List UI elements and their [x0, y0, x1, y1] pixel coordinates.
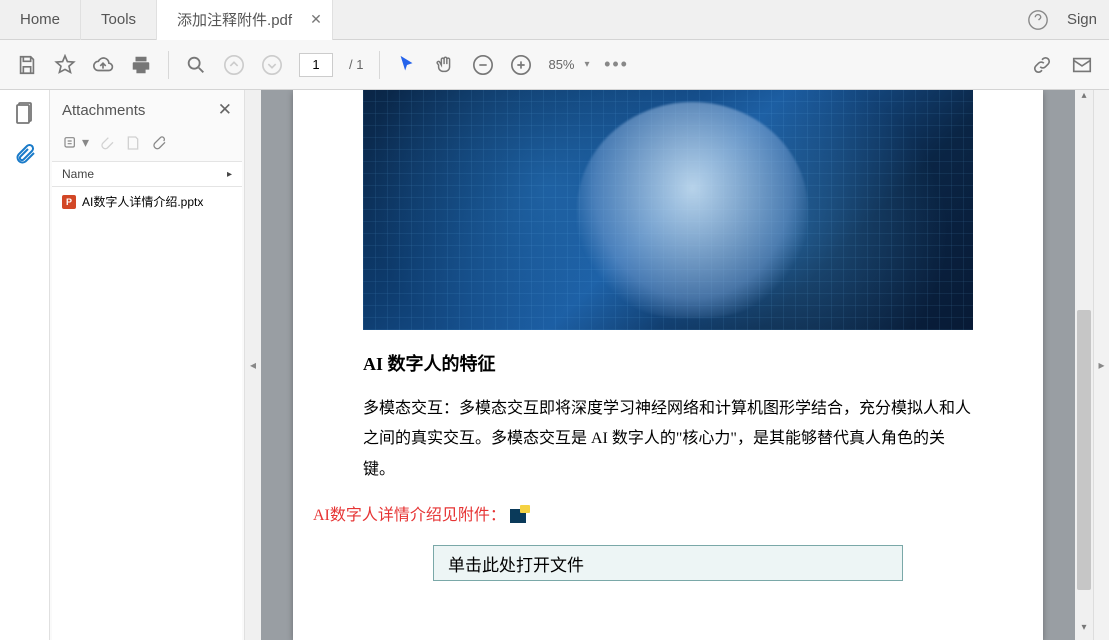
page-number-input[interactable] — [299, 53, 333, 77]
save-icon[interactable] — [16, 54, 38, 76]
vertical-scrollbar[interactable]: ▴ ▾ — [1075, 90, 1093, 640]
star-icon[interactable] — [54, 54, 76, 76]
zoom-dropdown-icon[interactable]: ▾ — [585, 59, 590, 70]
zoom-out-icon[interactable] — [472, 54, 494, 76]
column-header-name[interactable]: Name ▸ — [52, 162, 242, 187]
document-viewport[interactable]: AI 数字人的特征 多模态交互：多模态交互即将深度学习神经网络和计算机图形学结合… — [261, 90, 1075, 640]
pointer-icon[interactable] — [396, 54, 418, 76]
scroll-up-icon[interactable]: ▴ — [1075, 90, 1093, 108]
tab-document[interactable]: 添加注释附件.pdf ✕ — [157, 0, 333, 40]
more-icon[interactable]: ••• — [606, 54, 628, 76]
view-options-icon[interactable]: ▾ — [62, 134, 89, 151]
separator — [379, 51, 380, 79]
powerpoint-file-icon: P — [62, 195, 76, 209]
page-up-icon[interactable] — [223, 54, 245, 76]
add-attachment-icon[interactable] — [151, 135, 167, 151]
collapse-right-icon[interactable]: ▸ — [1093, 90, 1109, 640]
tab-tools[interactable]: Tools — [81, 0, 157, 40]
collapse-left-icon[interactable]: ◂ — [245, 90, 261, 640]
pdf-page: AI 数字人的特征 多模态交互：多模态交互即将深度学习神经网络和计算机图形学结合… — [293, 90, 1043, 640]
close-icon[interactable]: ✕ — [218, 100, 232, 120]
scrollbar-thumb[interactable] — [1077, 310, 1091, 590]
page-total: / 1 — [349, 57, 363, 72]
doc-paragraph: 多模态交互：多模态交互即将深度学习神经网络和计算机图形学结合，充分模拟人和人之间… — [363, 394, 973, 485]
save-attachment-icon[interactable] — [125, 135, 141, 151]
help-icon[interactable] — [1027, 9, 1049, 31]
scroll-down-icon[interactable]: ▾ — [1075, 622, 1093, 640]
attachment-icon[interactable] — [13, 142, 37, 166]
chevron-right-icon: ▸ — [227, 169, 232, 180]
page-down-icon[interactable] — [261, 54, 283, 76]
search-icon[interactable] — [185, 54, 207, 76]
close-icon[interactable]: ✕ — [310, 11, 322, 28]
hand-icon[interactable] — [434, 54, 456, 76]
attachment-annotation-icon[interactable] — [510, 509, 526, 523]
zoom-in-icon[interactable] — [510, 54, 532, 76]
separator — [168, 51, 169, 79]
open-attachment-icon[interactable] — [99, 135, 115, 151]
attachment-filename: AI数字人详情介绍.pptx — [82, 193, 203, 210]
cloud-icon[interactable] — [92, 54, 114, 76]
zoom-value[interactable]: 85% — [548, 57, 574, 72]
print-icon[interactable] — [130, 54, 152, 76]
signin-link[interactable]: Sign — [1067, 11, 1097, 28]
doc-heading: AI 数字人的特征 — [363, 350, 973, 376]
link-icon[interactable] — [1031, 54, 1053, 76]
mail-icon[interactable] — [1071, 54, 1093, 76]
open-file-button[interactable]: 单击此处打开文件 — [433, 545, 903, 581]
attachment-reference-label: AI数字人详情介绍见附件： — [313, 507, 506, 524]
sidepanel-title: Attachments — [62, 102, 218, 119]
doc-tab-title: 添加注释附件.pdf — [177, 9, 292, 30]
attachment-list-item[interactable]: P AI数字人详情介绍.pptx — [52, 187, 242, 216]
thumbnails-icon[interactable] — [13, 100, 37, 124]
hero-image — [363, 90, 973, 330]
tab-home[interactable]: Home — [0, 0, 81, 40]
